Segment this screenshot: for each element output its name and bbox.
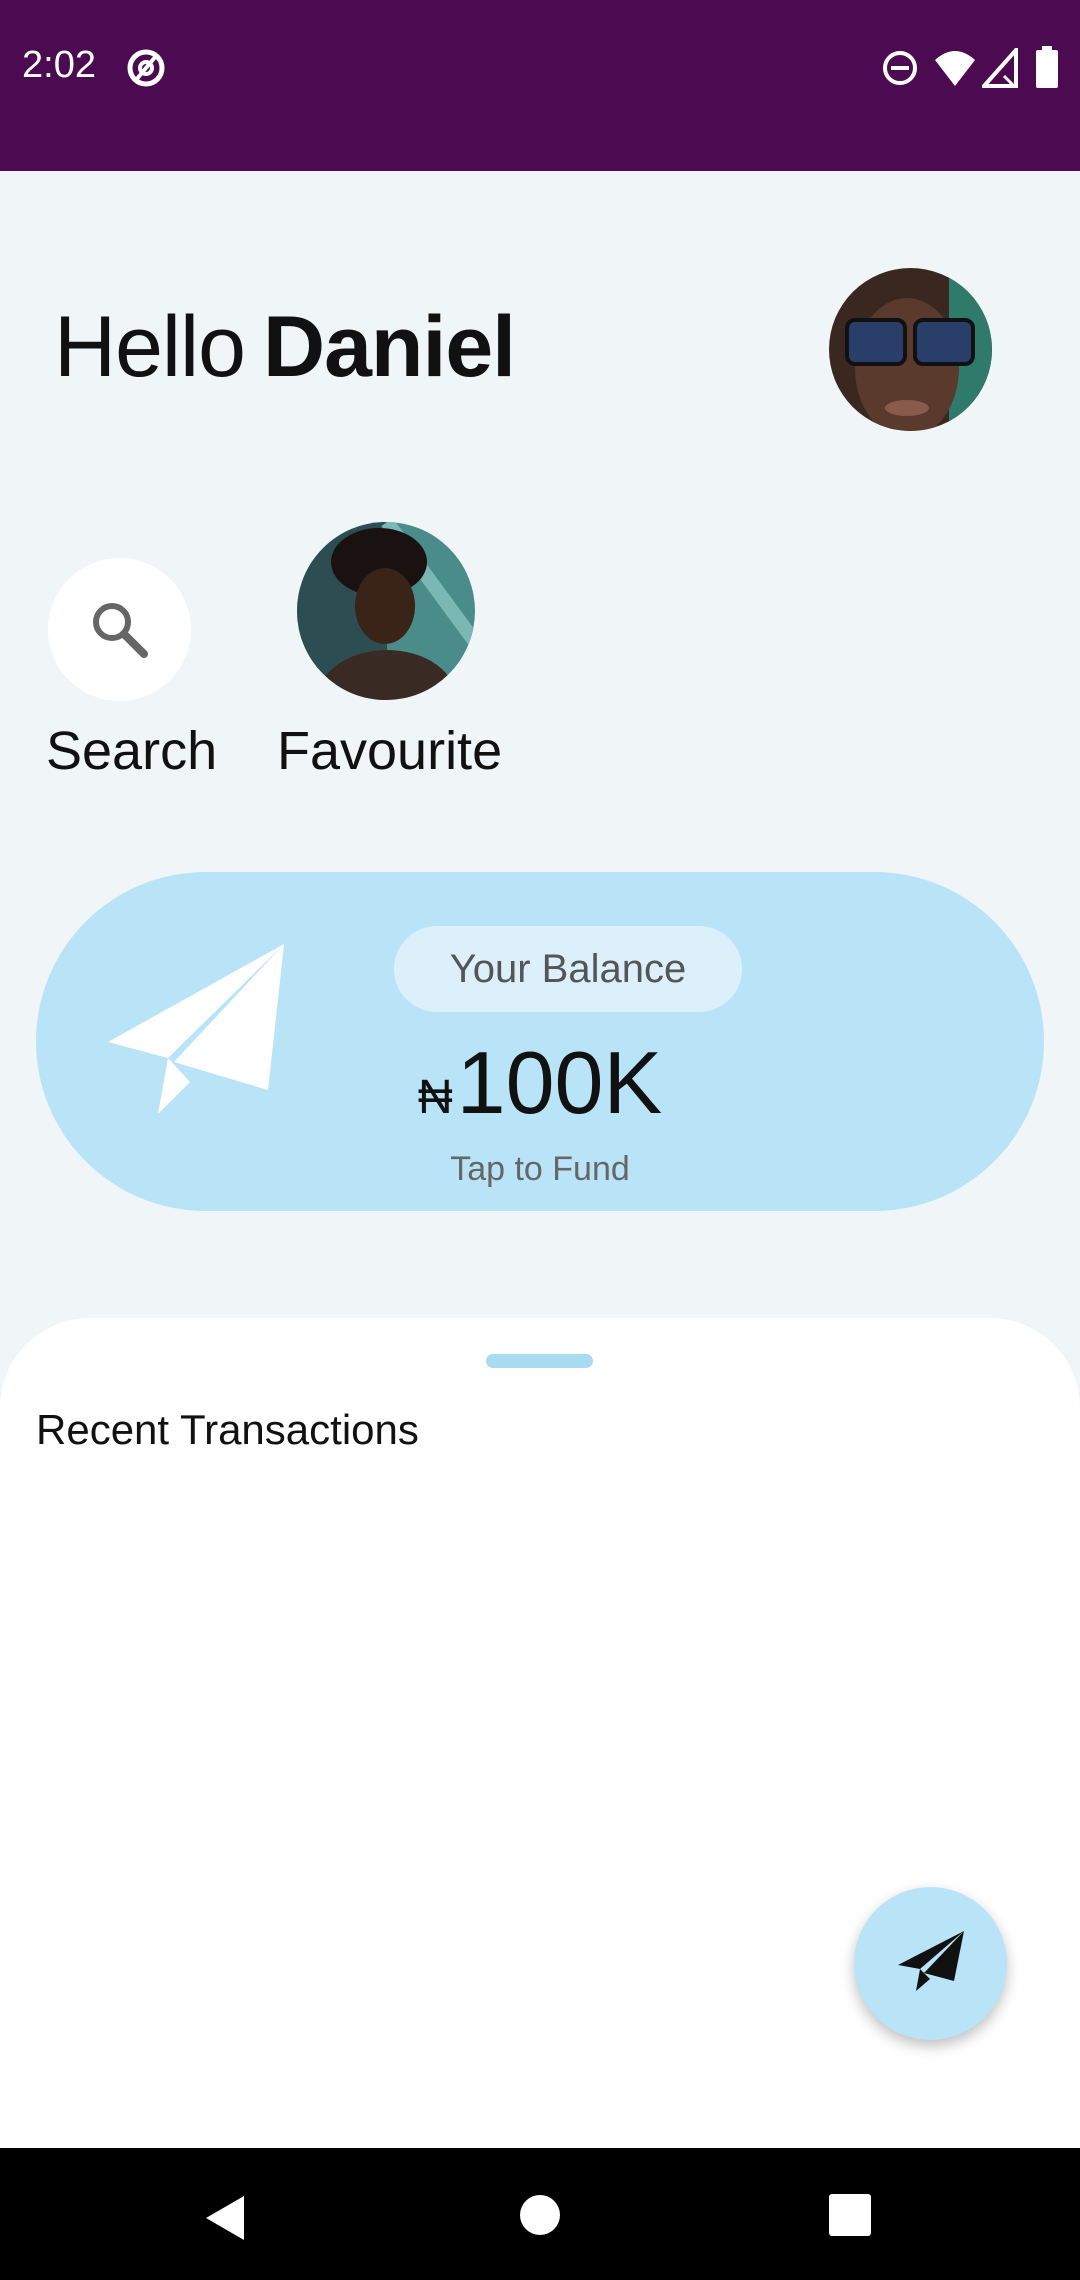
profile-avatar[interactable] — [829, 268, 992, 431]
balance-amount: ₦100K — [418, 1032, 662, 1134]
sheet-drag-handle[interactable] — [486, 1354, 593, 1368]
balance-card[interactable]: Your Balance ₦100K Tap to Fund — [36, 872, 1044, 1211]
favourite-avatar[interactable] — [297, 522, 475, 700]
navigation-bar — [0, 2148, 1080, 2280]
signal-icon — [979, 44, 1018, 93]
status-bar: 2:02 — [0, 0, 1080, 171]
tap-to-fund-text: Tap to Fund — [450, 1150, 630, 1188]
balance-value: 100K — [456, 1033, 663, 1132]
balance-label-pill: Your Balance — [394, 926, 742, 1012]
home-icon[interactable] — [519, 2194, 561, 2241]
search-label: Search — [46, 721, 218, 781]
favourite-label: Favourite — [277, 721, 503, 781]
send-money-button[interactable] — [854, 1887, 1007, 2040]
paper-plane-icon — [108, 944, 284, 1114]
search-button[interactable] — [48, 558, 191, 701]
do-not-disturb-icon — [882, 50, 918, 91]
recent-transactions-title: Recent Transactions — [36, 1406, 419, 1453]
at-sign-icon — [126, 48, 166, 93]
send-icon — [898, 1931, 964, 1991]
user-name: Daniel — [262, 299, 516, 395]
greeting-heading: Hello Daniel — [54, 298, 516, 397]
battery-icon — [1036, 46, 1058, 93]
back-icon[interactable] — [204, 2194, 246, 2247]
search-icon — [93, 603, 148, 658]
greeting-text: Hello — [54, 299, 246, 395]
status-time: 2:02 — [22, 44, 96, 86]
currency-symbol: ₦ — [418, 1071, 453, 1124]
wifi-icon — [934, 48, 976, 93]
recents-icon[interactable] — [829, 2194, 871, 2241]
